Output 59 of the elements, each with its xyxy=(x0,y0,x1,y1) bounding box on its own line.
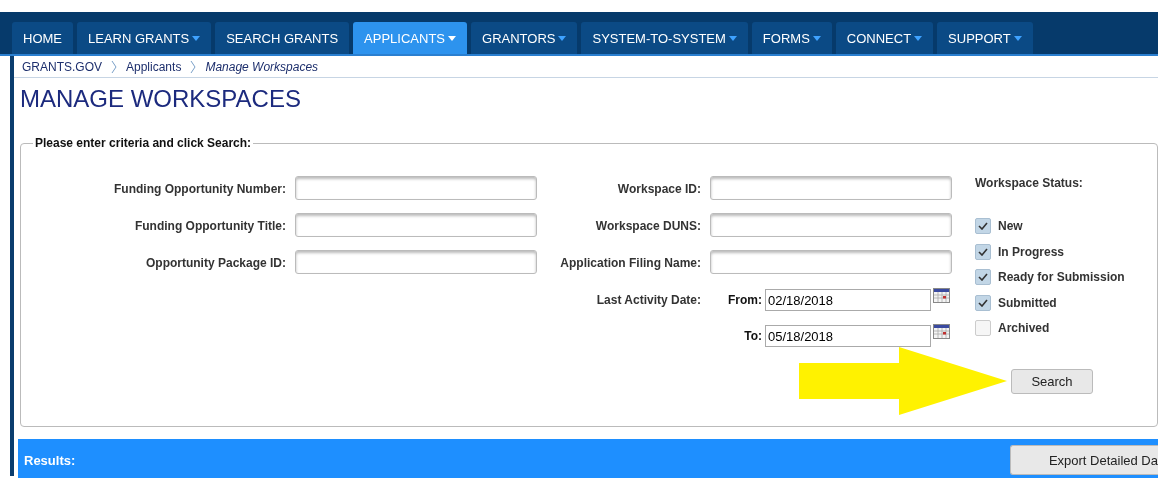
field-label: Application Filing Name: xyxy=(559,255,701,270)
nav-tab[interactable]: SEARCH GRANTS xyxy=(215,22,350,54)
nav-tab[interactable]: SYSTEM-TO-SYSTEM xyxy=(581,22,748,54)
chevron-icon xyxy=(190,59,197,74)
breadcrumb-link[interactable]: GRANTS.GOV xyxy=(22,59,102,74)
results-heading: Results: xyxy=(24,452,76,468)
checkbox-label: New xyxy=(998,219,1023,233)
field-label: Last Activity Date: xyxy=(595,292,701,307)
checkbox-label: In Progress xyxy=(998,244,1065,259)
field-label: Opportunity Package ID: xyxy=(144,255,286,270)
checkbox-label: Submitted xyxy=(998,295,1057,310)
input-field[interactable] xyxy=(295,250,537,274)
checkbox[interactable] xyxy=(975,269,991,285)
input-field[interactable] xyxy=(710,213,952,237)
field-label: Funding Opportunity Title: xyxy=(133,218,286,233)
check-icon xyxy=(978,273,988,281)
nav-tab[interactable]: CONNECT xyxy=(835,22,934,54)
caret-icon xyxy=(728,35,737,41)
check-icon xyxy=(978,247,988,256)
date-label: To: xyxy=(743,328,763,343)
nav-tab[interactable]: HOME xyxy=(12,22,73,54)
date-field[interactable]: 02/18/2018 xyxy=(765,289,931,311)
checkbox[interactable] xyxy=(975,320,991,336)
page-title: MANAGE WORKSPACES xyxy=(20,84,302,114)
caret-icon xyxy=(914,35,923,41)
breadcrumb-current: Manage Workspaces xyxy=(205,59,319,74)
nav-tab[interactable]: GRANTORS xyxy=(471,22,578,54)
status-heading: Workspace Status: xyxy=(975,176,1084,190)
nav-tab[interactable]: FORMS xyxy=(751,22,832,54)
panel-legend: Please enter criteria and click Search: xyxy=(33,136,254,150)
checkbox-label: Archived xyxy=(998,321,1050,335)
caret-icon xyxy=(558,35,567,41)
caret-icon xyxy=(192,35,201,41)
checkbox-label: Ready for Submission xyxy=(998,270,1125,284)
search-button[interactable]: Search xyxy=(1011,368,1093,394)
chevron-icon xyxy=(111,59,117,74)
caret-icon xyxy=(1013,35,1022,41)
input-field[interactable] xyxy=(710,176,952,200)
check-icon xyxy=(978,298,988,307)
caret-icon xyxy=(812,35,821,41)
input-field[interactable] xyxy=(295,176,537,200)
date-label: From: xyxy=(727,292,763,307)
field-label: Funding Opportunity Number: xyxy=(113,181,286,196)
nav-tab[interactable]: LEARN GRANTS xyxy=(77,22,212,54)
checkbox[interactable] xyxy=(975,243,991,260)
field-label: Workspace ID: xyxy=(616,181,701,196)
input-field[interactable] xyxy=(295,213,537,237)
calendar-icon[interactable] xyxy=(933,288,950,303)
export-button[interactable]: Export Detailed Da xyxy=(1009,445,1158,475)
date-field[interactable]: 05/18/2018 xyxy=(765,325,931,347)
field-label: Workspace DUNS: xyxy=(594,218,701,233)
checkbox[interactable] xyxy=(975,294,991,311)
breadcrumb-link[interactable]: Applicants xyxy=(126,59,182,74)
input-field[interactable] xyxy=(710,250,952,274)
check-icon xyxy=(978,222,988,230)
checkbox[interactable] xyxy=(975,218,991,234)
caret-icon xyxy=(448,35,457,41)
calendar-icon[interactable] xyxy=(933,324,950,339)
nav-tab[interactable]: SUPPORT xyxy=(937,22,1033,54)
